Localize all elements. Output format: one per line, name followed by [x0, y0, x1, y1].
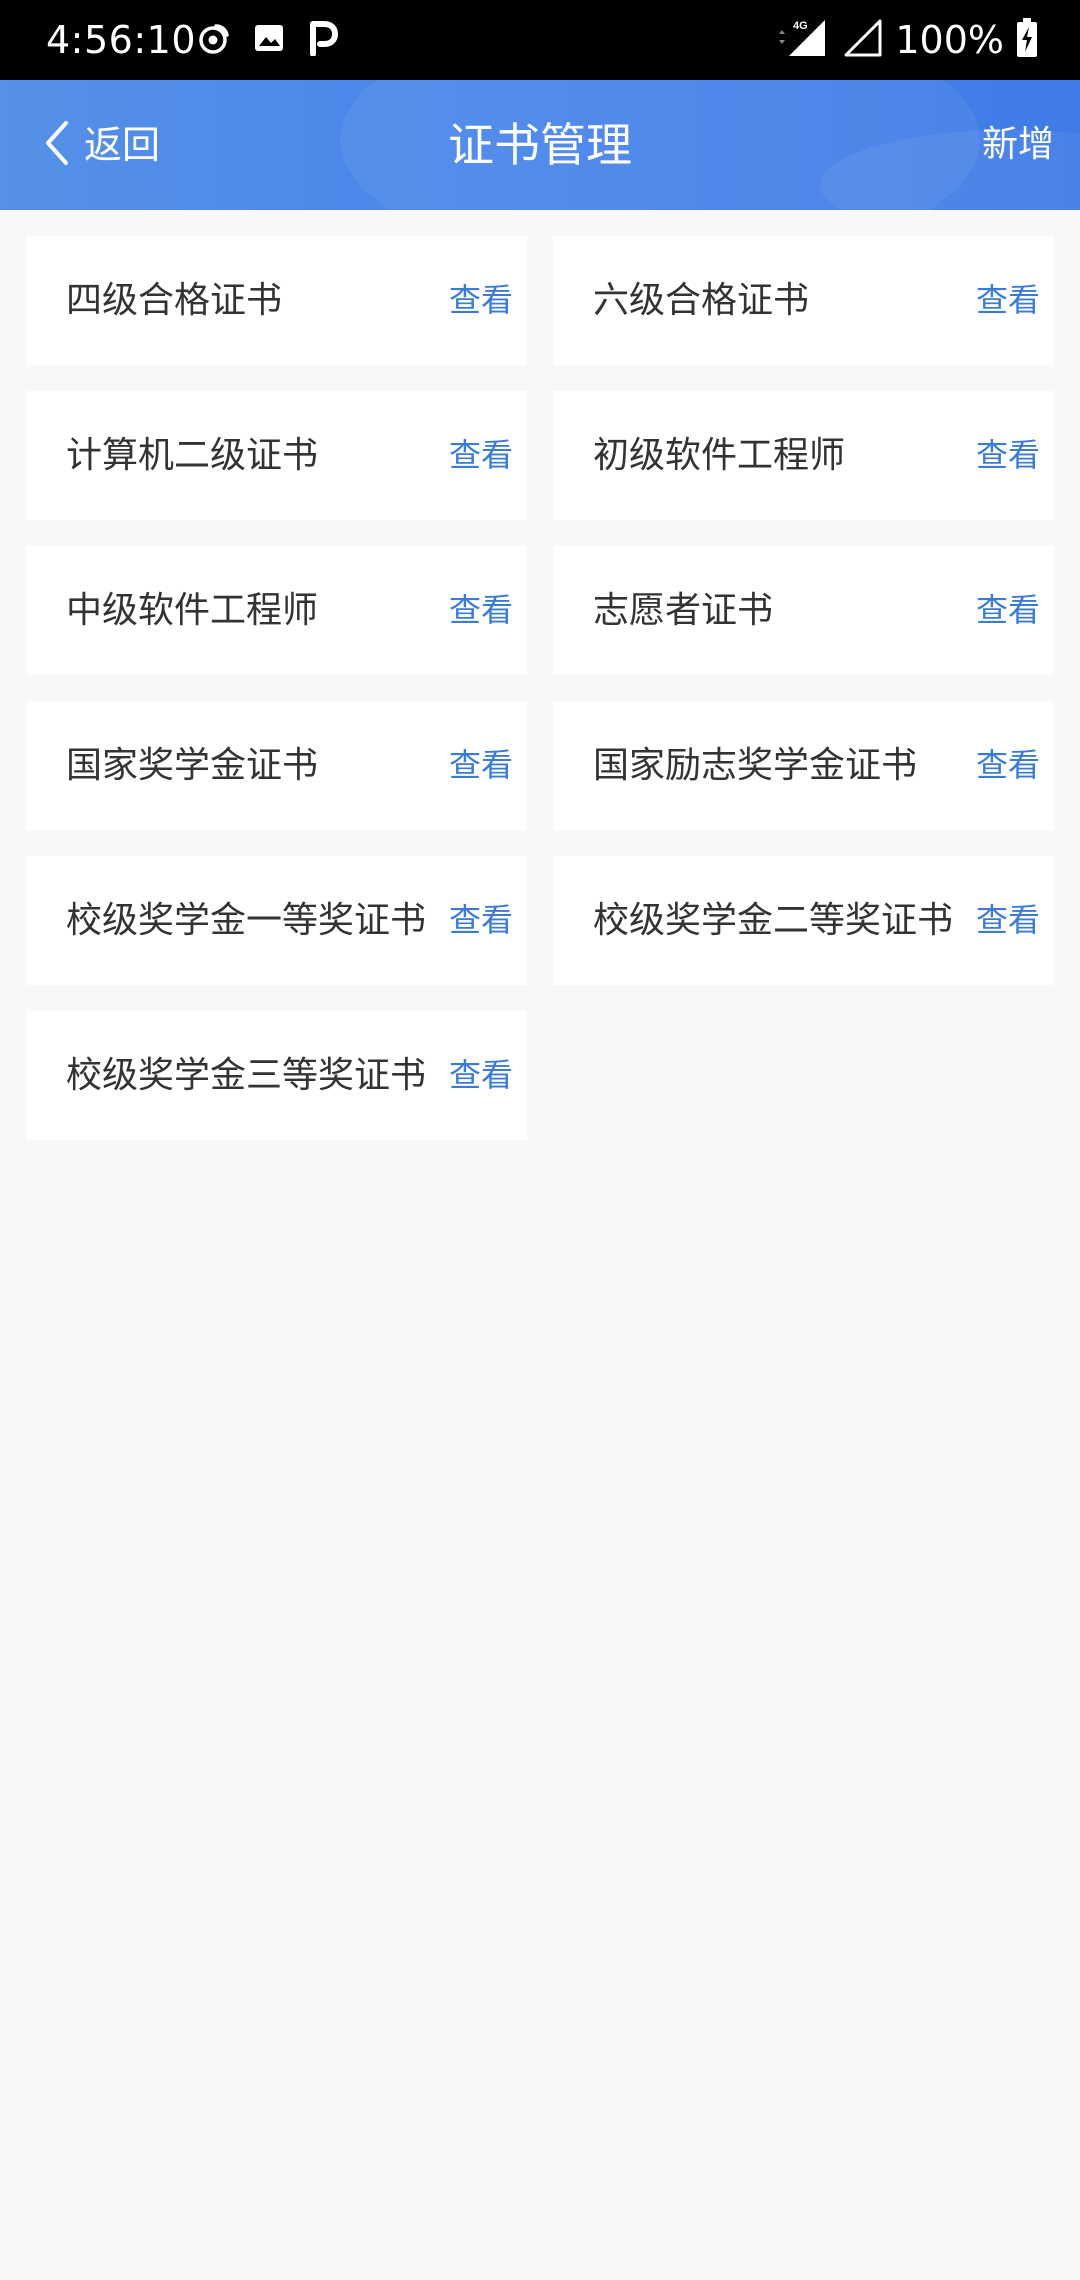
- status-time: 4:56:10: [46, 18, 196, 62]
- add-button[interactable]: 新增: [982, 80, 1054, 210]
- certificate-card[interactable]: 志愿者证书 查看: [553, 546, 1054, 675]
- view-link[interactable]: 查看: [449, 391, 513, 520]
- parking-icon: [308, 20, 338, 60]
- view-link[interactable]: 查看: [449, 546, 513, 675]
- view-link[interactable]: 查看: [449, 236, 513, 365]
- certificate-card[interactable]: 国家励志奖学金证书 查看: [553, 701, 1054, 830]
- view-link[interactable]: 查看: [449, 1011, 513, 1140]
- view-link[interactable]: 查看: [449, 856, 513, 985]
- certificate-name: 四级合格证书: [66, 280, 283, 321]
- view-link[interactable]: 查看: [976, 391, 1040, 520]
- certificate-card[interactable]: 六级合格证书 查看: [553, 236, 1054, 365]
- certificate-card[interactable]: 中级软件工程师 查看: [26, 546, 527, 675]
- certificate-name: 中级软件工程师: [66, 590, 319, 631]
- battery-percent: 100%: [895, 18, 1004, 62]
- certificate-card[interactable]: 初级软件工程师 查看: [553, 391, 1054, 520]
- certificate-name: 六级合格证书: [593, 280, 810, 321]
- network-type-label: 4G: [793, 20, 808, 32]
- certificate-name: 志愿者证书: [593, 590, 774, 631]
- signal-icon: [843, 18, 883, 62]
- view-link[interactable]: 查看: [976, 856, 1040, 985]
- status-bar: 4:56:10 4G 100%: [0, 0, 1080, 80]
- certificate-name: 国家奖学金证书: [66, 745, 319, 786]
- certificate-name: 初级软件工程师: [593, 435, 846, 476]
- certificate-grid: 四级合格证书 查看 六级合格证书 查看 计算机二级证书 查看 初级软件工程师 查…: [26, 236, 1054, 1140]
- signal-4g-icon: 4G: [775, 18, 831, 62]
- view-link[interactable]: 查看: [976, 236, 1040, 365]
- view-link[interactable]: 查看: [976, 546, 1040, 675]
- certificate-card[interactable]: 校级奖学金一等奖证书 查看: [26, 856, 527, 985]
- view-link[interactable]: 查看: [976, 701, 1040, 830]
- certificate-card[interactable]: 四级合格证书 查看: [26, 236, 527, 365]
- certificate-card[interactable]: 校级奖学金三等奖证书 查看: [26, 1011, 527, 1140]
- status-notification-icons: [196, 18, 338, 62]
- battery-charging-icon: [1016, 18, 1038, 62]
- app-header: 返回 证书管理 新增: [0, 80, 1080, 210]
- certificate-card[interactable]: 计算机二级证书 查看: [26, 391, 527, 520]
- certificate-name: 国家励志奖学金证书: [593, 745, 918, 786]
- back-button[interactable]: 返回: [40, 104, 160, 186]
- back-label: 返回: [84, 123, 161, 167]
- chevron-left-icon: [40, 118, 74, 172]
- weibo-icon: [196, 21, 230, 59]
- certificate-name: 校级奖学金二等奖证书: [593, 900, 954, 941]
- image-icon: [252, 21, 286, 59]
- certificate-name: 计算机二级证书: [66, 435, 319, 476]
- certificate-name: 校级奖学金三等奖证书: [66, 1055, 427, 1096]
- status-system-icons: 4G 100%: [775, 14, 1038, 66]
- certificate-card[interactable]: 校级奖学金二等奖证书 查看: [553, 856, 1054, 985]
- certificate-name: 校级奖学金一等奖证书: [66, 900, 427, 941]
- certificate-card[interactable]: 国家奖学金证书 查看: [26, 701, 527, 830]
- view-link[interactable]: 查看: [449, 701, 513, 830]
